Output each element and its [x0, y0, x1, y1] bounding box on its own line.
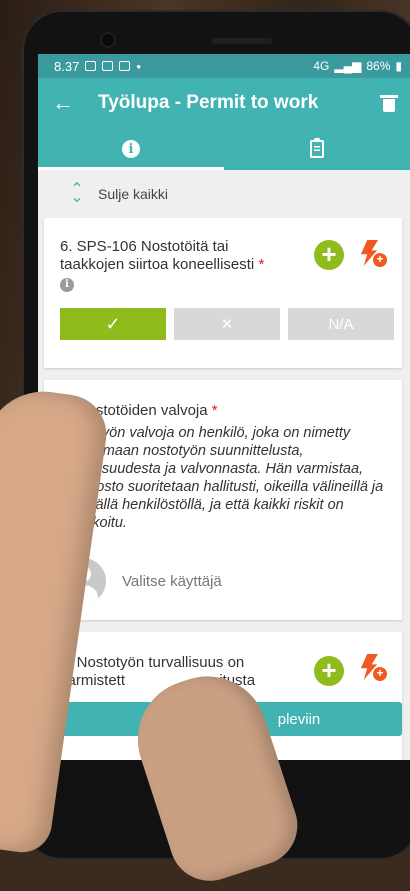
collapse-icon: ⌃ ⌄ — [70, 181, 84, 206]
signal-icon: ▂▄▆ — [334, 59, 362, 73]
select-user-label: Valitse käyttäjä — [122, 572, 222, 590]
info-icon[interactable]: i — [60, 278, 74, 292]
add-badge-icon: + — [372, 252, 388, 268]
status-time: 8.37 — [54, 58, 80, 74]
arrow-left-icon[interactable]: ← — [52, 90, 74, 116]
collapse-all-row[interactable]: ⌃ ⌄ Sulje kaikki — [38, 170, 410, 218]
clipboard-checklist-icon — [310, 138, 324, 158]
image-notification-icon — [85, 61, 97, 71]
question-title: 6. SPS-106 Nostotöitä tai taakkojen siir… — [60, 238, 285, 274]
page-title: Työlupa - Permit to work — [98, 92, 319, 113]
tab-bar: i — [38, 128, 410, 170]
app-bar: ← Työlupa - Permit to work — [38, 78, 410, 128]
answer-buttons: ✓ ✕ N/A — [60, 308, 394, 340]
battery-icon: ▮ — [395, 59, 402, 73]
add-observation-button[interactable]: + — [358, 654, 388, 684]
add-button[interactable]: + — [314, 656, 344, 686]
answer-no-button[interactable]: ✕ — [174, 308, 280, 340]
required-mark: * — [258, 256, 265, 273]
speaker — [212, 38, 272, 44]
status-bar: 8.37 • 4G ▂▄▆ 86% ▮ — [38, 54, 410, 78]
add-button[interactable]: + — [314, 240, 344, 270]
answer-na-button[interactable]: N/A — [288, 308, 394, 340]
battery-label: 86% — [366, 59, 391, 73]
trash-icon[interactable] — [380, 94, 398, 112]
save-button-label: pleviin — [277, 710, 321, 728]
network-label: 4G — [313, 59, 330, 73]
required-mark: * — [211, 402, 218, 419]
status-dot: • — [136, 58, 141, 74]
question-card-6: 6. SPS-106 Nostotöitä tai taakkojen siir… — [44, 218, 402, 368]
check-notification-icon — [102, 61, 114, 71]
mail-notification-icon — [119, 61, 131, 71]
answer-yes-button[interactable]: ✓ — [60, 308, 166, 340]
camera — [102, 34, 114, 46]
collapse-all-label: Sulje kaikki — [98, 186, 169, 202]
add-observation-button[interactable]: + — [358, 240, 388, 270]
question-title-text: 6. SPS-106 Nostotöitä tai taakkojen siir… — [60, 238, 255, 273]
info-icon: i — [122, 140, 140, 158]
question-description: Nostotyön valvoja on henkilö, joka on ni… — [60, 425, 384, 531]
add-badge-icon: + — [372, 666, 388, 682]
tab-info[interactable]: i — [38, 128, 224, 170]
tab-checklist[interactable] — [224, 128, 410, 170]
